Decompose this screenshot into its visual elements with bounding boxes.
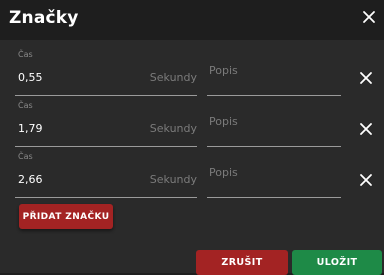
remove-mark-icon[interactable] [358,70,374,86]
dialog-title: Značky [9,8,79,28]
dialog-titlebar: Značky [0,0,384,40]
time-value: 1,79 [18,122,43,135]
time-field[interactable]: Čas 0,55 Sekundy [15,47,197,96]
add-mark-button[interactable]: PŘIDAT ZNAČKU [19,204,113,229]
time-label: Čas [18,101,33,110]
mark-row: Čas 2,66 Sekundy Popis [0,149,384,199]
time-label: Čas [18,50,33,59]
description-field[interactable]: Popis [207,47,341,96]
time-value: 2,66 [18,173,43,186]
remove-mark-icon[interactable] [358,172,374,188]
mark-row: Čas 0,55 Sekundy Popis [0,47,384,97]
description-placeholder: Popis [209,115,238,128]
save-button[interactable]: ULOŽIT [292,250,382,275]
dialog-content: Čas 0,55 Sekundy Popis Čas 1,79 Sekundy … [0,40,384,275]
time-field[interactable]: Čas 1,79 Sekundy [15,98,197,147]
cancel-button[interactable]: ZRUŠIT [196,250,288,275]
description-field[interactable]: Popis [207,149,341,198]
time-unit: Sekundy [149,122,197,135]
time-field[interactable]: Čas 2,66 Sekundy [15,149,197,198]
description-placeholder: Popis [209,64,238,77]
time-unit: Sekundy [149,71,197,84]
remove-mark-icon[interactable] [358,121,374,137]
close-icon[interactable] [360,8,378,26]
mark-row: Čas 1,79 Sekundy Popis [0,98,384,148]
description-placeholder: Popis [209,166,238,179]
time-unit: Sekundy [149,173,197,186]
time-label: Čas [18,152,33,161]
description-field[interactable]: Popis [207,98,341,147]
time-value: 0,55 [18,71,43,84]
